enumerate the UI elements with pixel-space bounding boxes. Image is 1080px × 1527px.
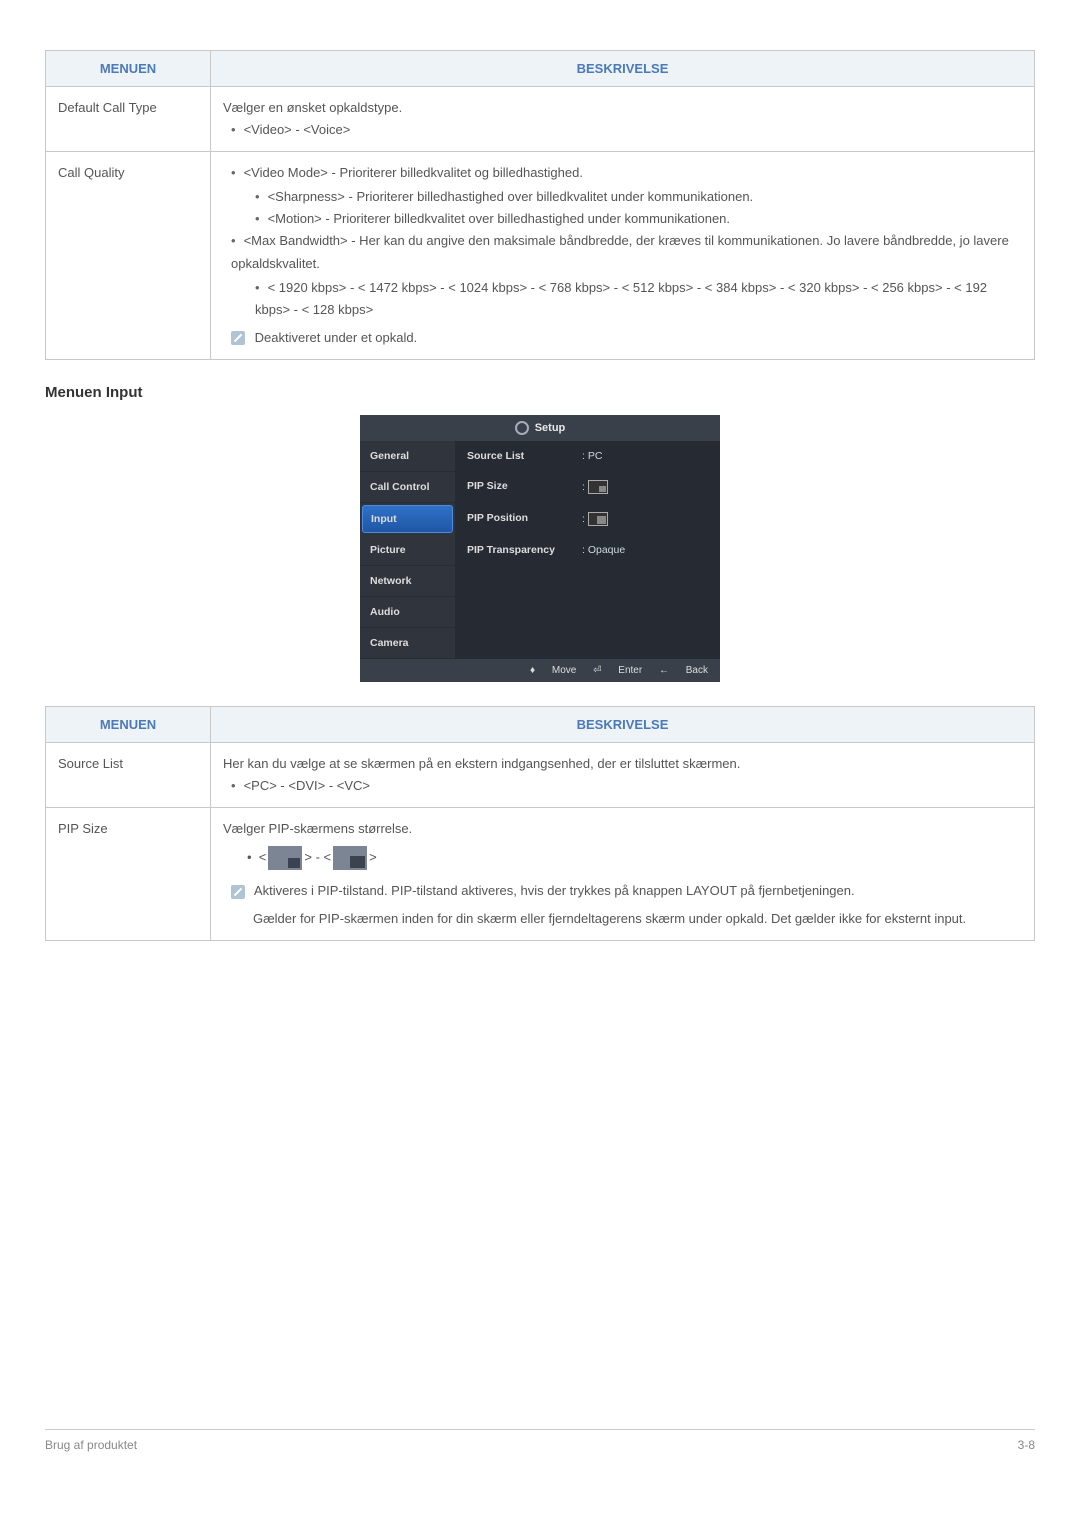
osd-sidebar-item[interactable]: Network [360, 566, 455, 597]
osd-panel: Setup GeneralCall ControlInputPictureNet… [360, 415, 720, 682]
osd-foot-move: ♦ Move [530, 665, 576, 676]
cell-desc: Vælger PIP-skærmens størrelse. • <> - <>… [211, 808, 1035, 941]
th-desc: BESKRIVELSE [211, 51, 1035, 87]
text: Vælger en ønsket opkaldstype. [223, 97, 1022, 119]
osd-row-label: PIP Transparency [467, 544, 582, 556]
list-item: < 1920 kbps> - < 1472 kbps> - < 1024 kbp… [255, 277, 1022, 321]
osd-sidebar: GeneralCall ControlInputPictureNetworkAu… [360, 441, 455, 659]
list-item: <Max Bandwidth> - Her kan du angive den … [231, 230, 1022, 320]
note: Deaktiveret under et opkald. [223, 327, 1022, 349]
pip-size-small-icon [268, 846, 302, 870]
osd-title-bar: Setup [360, 415, 720, 441]
text: Her kan du vælge at se skærmen på en eks… [223, 753, 1022, 775]
osd-sidebar-item[interactable]: Input [362, 505, 453, 533]
note-text: Deaktiveret under et opkald. [255, 330, 418, 345]
table-menu-1: MENUEN BESKRIVELSE Default Call Type Væl… [45, 50, 1035, 360]
osd-sidebar-item[interactable]: Call Control [360, 472, 455, 503]
cell-menu: Source List [46, 742, 211, 807]
osd-content: Source List: PCPIP Size: PIP Position: P… [455, 441, 720, 659]
osd-row[interactable]: Source List: PC [455, 441, 720, 471]
th-menu: MENUEN [46, 706, 211, 742]
list-item: <Video> - <Voice> [231, 119, 1022, 141]
osd-row-value: : Opaque [582, 544, 625, 556]
osd-title: Setup [535, 422, 566, 434]
th-menu: MENUEN [46, 51, 211, 87]
osd-row-label: PIP Size [467, 480, 582, 494]
osd-foot-back: ← Back [659, 665, 708, 676]
text: Vælger PIP-skærmens størrelse. [223, 818, 1022, 840]
note-text-2: Gælder for PIP-skærmen inden for din skæ… [223, 908, 1022, 930]
pip-size-large-icon [333, 846, 367, 870]
osd-row[interactable]: PIP Transparency: Opaque [455, 535, 720, 565]
cell-desc: Her kan du vælge at se skærmen på en eks… [211, 742, 1035, 807]
cell-menu: Default Call Type [46, 87, 211, 152]
list-item: <Sharpness> - Prioriterer billedhastighe… [255, 186, 1022, 208]
osd-footer: ♦ Move ⏎ Enter ← Back [360, 659, 720, 682]
list-item: <Video Mode> - Prioriterer billedkvalite… [231, 162, 1022, 230]
osd-row-value: : PC [582, 450, 602, 462]
table-row: PIP Size Vælger PIP-skærmens størrelse. … [46, 808, 1035, 941]
osd-row[interactable]: PIP Position: [455, 503, 720, 535]
cell-menu: Call Quality [46, 152, 211, 360]
table-menu-2: MENUEN BESKRIVELSE Source List Her kan d… [45, 706, 1035, 941]
page-footer: Brug af produktet 3-8 [45, 1429, 1035, 1452]
osd-foot-enter: ⏎ Enter [593, 665, 642, 676]
th-desc: BESKRIVELSE [211, 706, 1035, 742]
footer-left: Brug af produktet [45, 1438, 137, 1452]
cell-desc: Vælger en ønsket opkaldstype. <Video> - … [211, 87, 1035, 152]
list-item: <PC> - <DVI> - <VC> [231, 775, 1022, 797]
table-row: Default Call Type Vælger en ønsket opkal… [46, 87, 1035, 152]
osd-row-value: : [582, 512, 608, 526]
osd-row-value: : [582, 480, 608, 494]
table-row: Source List Her kan du vælge at se skærm… [46, 742, 1035, 807]
osd-sidebar-item[interactable]: Audio [360, 597, 455, 628]
osd-row-label: Source List [467, 450, 582, 462]
cell-menu: PIP Size [46, 808, 211, 941]
pip-size-options: • <> - <> [223, 846, 1022, 870]
cell-desc: <Video Mode> - Prioriterer billedkvalite… [211, 152, 1035, 360]
gear-icon [515, 421, 529, 435]
osd-sidebar-item[interactable]: Camera [360, 628, 455, 659]
list-item: <Motion> - Prioriterer billedkvalitet ov… [255, 208, 1022, 230]
osd-sidebar-item[interactable]: General [360, 441, 455, 472]
section-title: Menuen Input [45, 384, 1035, 401]
osd-sidebar-item[interactable]: Picture [360, 535, 455, 566]
osd-row-label: PIP Position [467, 512, 582, 526]
note: Aktiveres i PIP-tilstand. PIP-tilstand a… [223, 880, 1022, 902]
osd-row[interactable]: PIP Size: [455, 471, 720, 503]
note-icon [231, 885, 245, 899]
footer-right: 3-8 [1018, 1438, 1035, 1452]
note-text: Aktiveres i PIP-tilstand. PIP-tilstand a… [254, 883, 855, 898]
note-icon [231, 331, 245, 345]
table-row: Call Quality <Video Mode> - Prioriterer … [46, 152, 1035, 360]
